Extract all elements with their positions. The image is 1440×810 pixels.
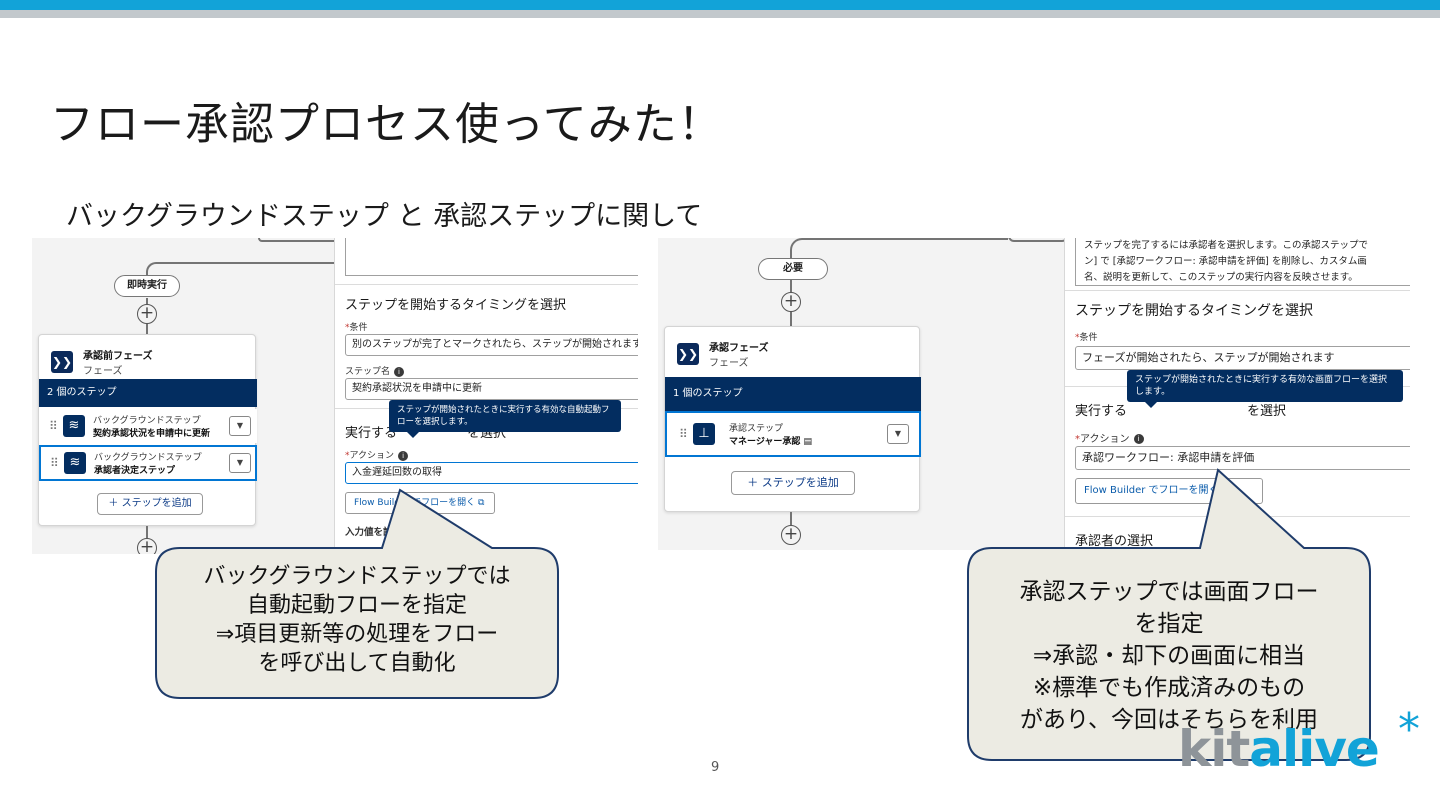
page-number: 9	[711, 760, 720, 775]
callout-line: 承認ステップでは画面フロー	[1019, 579, 1319, 605]
callout-line: ※標準でも作成済みのもの	[1032, 675, 1306, 701]
callout-line: 自動起動フローを指定	[246, 593, 467, 618]
callout-line: ⇒承認・却下の画面に相当	[1032, 643, 1306, 669]
right-callout-text: 承認ステップでは画面フロー を指定 ⇒承認・却下の画面に相当 ※標準でも作成済み…	[968, 576, 1370, 736]
callout-line: バックグラウンドステップでは	[203, 564, 511, 589]
logo-part1: kit	[1178, 720, 1250, 778]
callout-line: ⇒項目更新等の処理をフロー	[215, 622, 499, 647]
callout-line: を呼び出して自動化	[258, 651, 456, 676]
callout-line: を指定	[1134, 611, 1204, 637]
logo-part2: alive	[1249, 720, 1380, 778]
logo-asterisk-icon: *	[1398, 704, 1420, 755]
left-callout-text: バックグラウンドステップでは 自動起動フローを指定 ⇒項目更新等の処理をフロー …	[156, 562, 558, 678]
kitalive-logo: kitalive *	[1178, 704, 1420, 778]
